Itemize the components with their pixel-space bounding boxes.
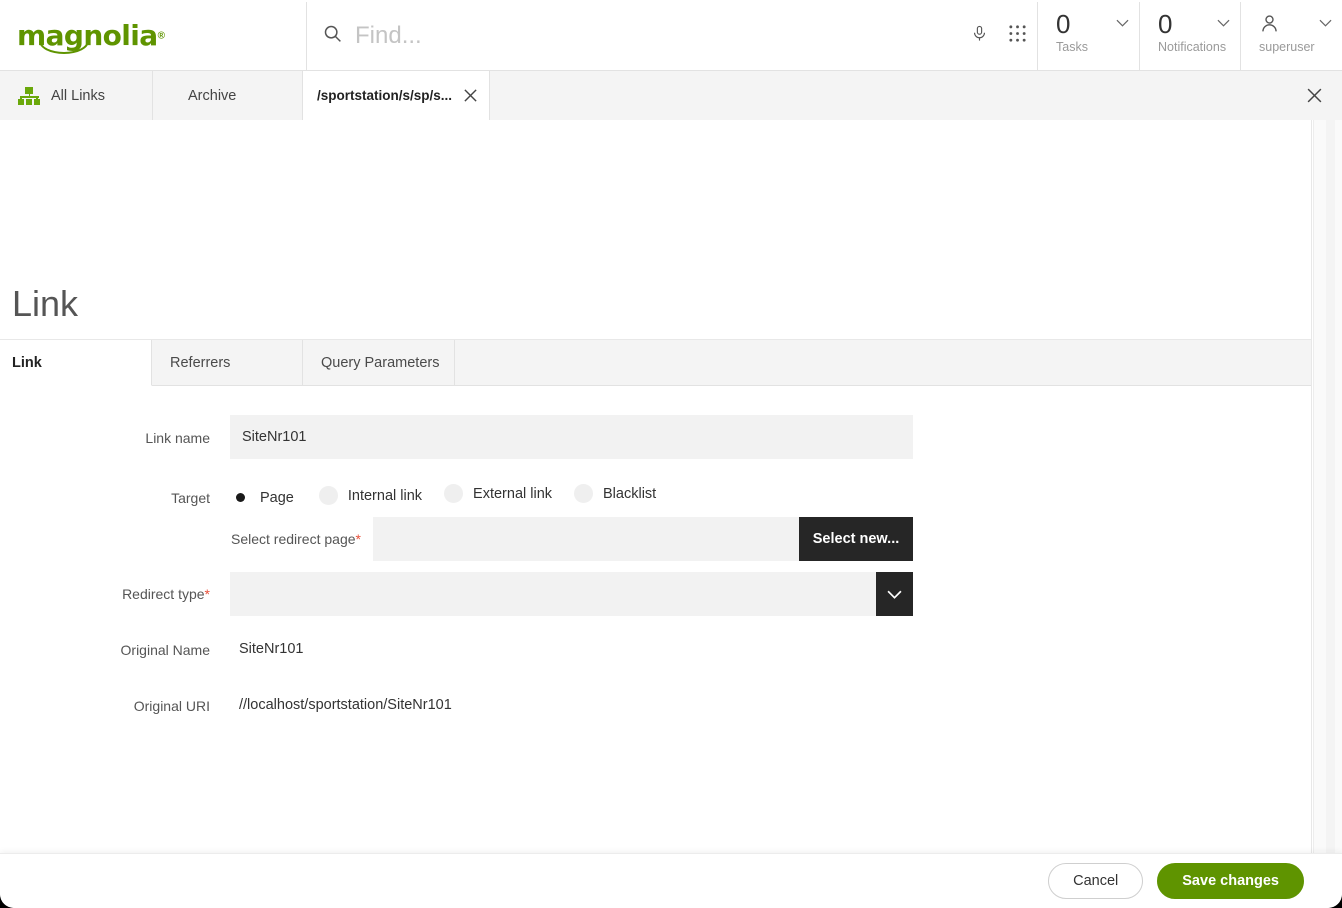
logo-swoosh-decoration xyxy=(39,41,89,54)
radio-label-page: Page xyxy=(260,489,294,506)
notifications-label: Notifications xyxy=(1158,40,1227,54)
link-name-input[interactable] xyxy=(230,415,913,459)
required-asterisk: * xyxy=(204,586,210,602)
global-search[interactable] xyxy=(307,2,961,71)
radio-label-internal-link: Internal link xyxy=(347,487,423,504)
radio-option-page[interactable]: Page xyxy=(231,484,294,507)
redirect-type-input[interactable] xyxy=(230,572,876,616)
chevron-down-icon[interactable] xyxy=(1319,14,1332,32)
redirect-type-label-text: Redirect type xyxy=(122,586,205,602)
registered-trademark-symbol: ® xyxy=(157,30,165,42)
original-uri-label: Original URI xyxy=(133,698,210,714)
target-radio-group: Page Internal link External link Blackli… xyxy=(231,484,656,507)
microphone-icon xyxy=(971,23,988,49)
form-tab-label-referrers: Referrers xyxy=(170,354,231,371)
search-icon xyxy=(322,23,343,49)
form-tab-strip: Link Referrers Query Parameters xyxy=(0,339,1311,386)
sidebar-item-all-links[interactable]: All Links xyxy=(0,71,153,120)
application-window: magnolia® Find... 0 Tasks 0 Notification… xyxy=(0,0,1342,908)
tasks-label: Tasks xyxy=(1056,40,1088,54)
apps-launcher-button[interactable] xyxy=(997,2,1037,71)
tab-label-archive: Archive xyxy=(188,87,237,104)
form-action-bar: Cancel Save changes xyxy=(0,853,1342,908)
tab-referrers[interactable]: Referrers xyxy=(152,340,303,386)
tab-query-parameters[interactable]: Query Parameters xyxy=(303,340,455,386)
app-tab-bar: All Links Archive /sportstation/s/sp/s..… xyxy=(0,71,1342,120)
form-tab-label-query: Query Parameters xyxy=(321,354,440,371)
radio-label-external-link: External link xyxy=(473,485,553,502)
radio-option-external-link[interactable]: External link xyxy=(444,484,552,503)
tab-bar-spacer xyxy=(490,71,1342,120)
chevron-down-icon xyxy=(887,587,902,602)
top-header-bar: magnolia® Find... 0 Tasks 0 Notification… xyxy=(0,2,1342,71)
select-redirect-page-input[interactable] xyxy=(373,517,799,561)
sidebar-item-archive[interactable]: Archive xyxy=(153,71,303,120)
original-uri-value: //localhost/sportstation/SiteNr101 xyxy=(239,697,452,713)
tab-label-link-detail: /sportstation/s/sp/s... xyxy=(317,88,453,103)
page-title: Link xyxy=(12,283,79,324)
radio-label-blacklist: Blacklist xyxy=(603,485,657,502)
close-icon[interactable] xyxy=(463,88,478,103)
radio-icon-unselected xyxy=(574,484,594,503)
redirect-type-dropdown-button[interactable] xyxy=(876,572,913,616)
redirect-type-label: Redirect type* xyxy=(0,585,210,603)
notifications-widget[interactable]: 0 Notifications xyxy=(1139,2,1240,71)
select-new-button[interactable]: Select new... xyxy=(799,517,913,561)
cancel-button[interactable]: Cancel xyxy=(1048,863,1144,899)
brand-logo[interactable]: magnolia® xyxy=(0,2,307,71)
radio-icon-unselected xyxy=(444,484,464,503)
radio-icon-selected xyxy=(231,488,250,507)
select-redirect-page-label-text: Select redirect page xyxy=(231,531,356,547)
required-asterisk: * xyxy=(355,531,361,547)
radio-icon-unselected xyxy=(318,486,338,505)
form-tab-label-link: Link xyxy=(12,354,42,371)
voice-search-button[interactable] xyxy=(961,2,997,71)
vertical-scrollbar[interactable] xyxy=(1326,120,1335,853)
select-redirect-page-label: Select redirect page* xyxy=(231,530,361,548)
apps-grid-icon xyxy=(1008,24,1027,48)
user-menu[interactable]: superuser xyxy=(1240,2,1342,71)
target-label: Target xyxy=(171,490,210,506)
main-content-area: Link Link Referrers Query Parameters Lin… xyxy=(0,120,1312,853)
search-input[interactable] xyxy=(355,22,915,50)
logo-wordmark: magnolia xyxy=(17,19,158,52)
save-changes-button[interactable]: Save changes xyxy=(1157,863,1304,899)
chevron-down-icon[interactable] xyxy=(1217,14,1230,32)
tab-label-all-links: All Links xyxy=(51,87,105,104)
tab-link[interactable]: Link xyxy=(0,340,152,386)
tasks-widget[interactable]: 0 Tasks xyxy=(1037,2,1139,71)
hierarchy-icon xyxy=(18,86,40,105)
radio-option-blacklist[interactable]: Blacklist xyxy=(574,484,656,503)
form-tab-filler xyxy=(455,340,1311,386)
close-all-tabs-icon[interactable] xyxy=(1306,87,1323,104)
link-name-label: Link name xyxy=(145,430,210,446)
user-name-label: superuser xyxy=(1259,40,1315,54)
original-name-label: Original Name xyxy=(120,642,210,658)
chevron-down-icon[interactable] xyxy=(1116,14,1129,32)
tab-link-detail[interactable]: /sportstation/s/sp/s... xyxy=(303,71,490,120)
original-name-value: SiteNr101 xyxy=(239,641,304,657)
radio-option-internal-link[interactable]: Internal link xyxy=(318,484,423,505)
